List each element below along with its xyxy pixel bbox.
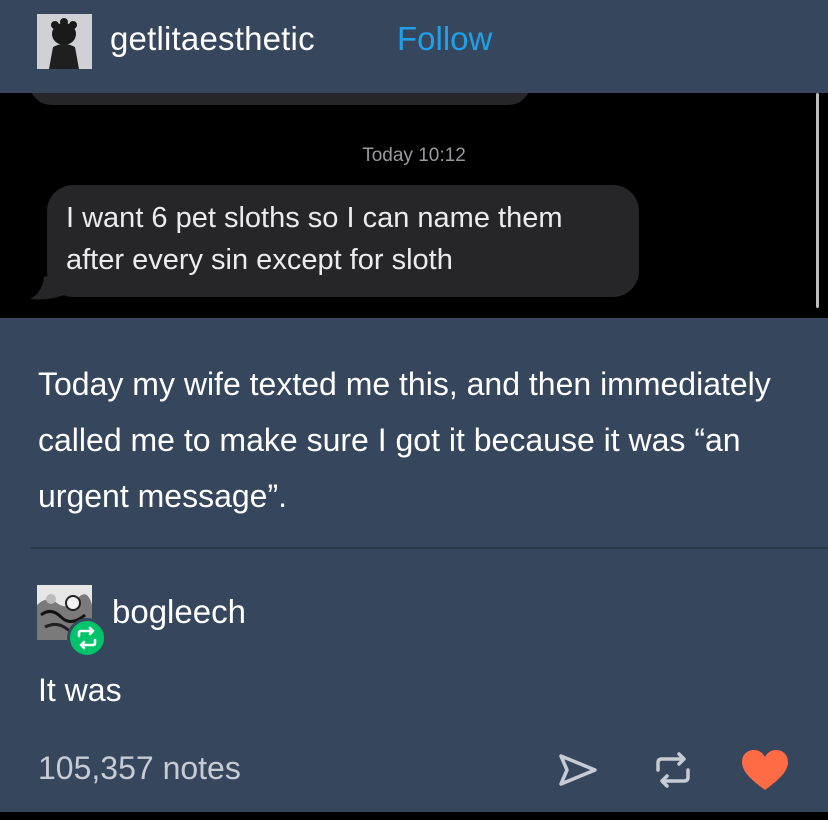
message-timestamp: Today 10:12 xyxy=(362,145,466,166)
reblog-icon[interactable] xyxy=(650,750,696,790)
message-screenshot: Today 10:12 I want 6 pet sloths so I can… xyxy=(0,93,828,318)
reblog-text: It was xyxy=(38,672,122,708)
message-text: I want 6 pet sloths so I can name them a… xyxy=(66,202,563,276)
share-icon[interactable] xyxy=(555,750,601,790)
reblog-author-name[interactable]: bogleech xyxy=(112,593,246,631)
post-caption: Today my wife texted me this, and then i… xyxy=(38,366,771,514)
screenshot-scrollbar xyxy=(816,93,819,308)
post-header: getlitaesthetic Follow xyxy=(0,0,828,93)
author-avatar[interactable] xyxy=(37,14,92,69)
follow-button[interactable]: Follow xyxy=(397,20,492,58)
heart-icon[interactable] xyxy=(740,748,790,792)
reblog-divider xyxy=(30,547,828,549)
reblog-badge-icon xyxy=(67,618,107,658)
author-name[interactable]: getlitaesthetic xyxy=(110,20,315,58)
previous-message-bubble xyxy=(30,93,530,105)
notes-count[interactable]: 105,357 notes xyxy=(38,750,241,787)
bottom-edge xyxy=(0,812,828,820)
